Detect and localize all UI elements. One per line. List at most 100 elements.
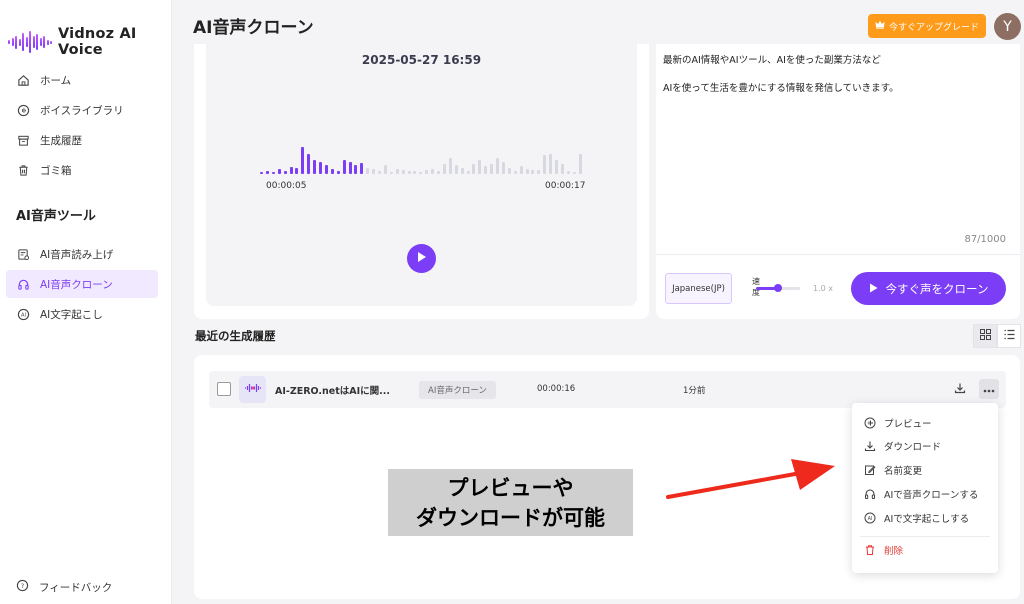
sidebar-item-history[interactable]: 生成履歴 (6, 126, 158, 154)
sidebar-item-label: ゴミ箱 (40, 164, 72, 177)
download-icon (864, 440, 876, 452)
waveform-bar (496, 158, 499, 174)
svg-text:AI: AI (21, 312, 26, 318)
waveform-bar (572, 172, 576, 174)
waveform-bar (360, 163, 364, 174)
waveform-bar (448, 158, 452, 174)
waveform-bar (537, 170, 541, 174)
waveform-bar (460, 168, 464, 174)
sidebar-item-label: AI音声読み上げ (40, 248, 114, 261)
sidebar-item-home[interactable]: ホーム (6, 66, 158, 94)
waveform-bar (543, 155, 547, 174)
waveform-bar (366, 168, 370, 174)
grid-view-button[interactable] (973, 324, 997, 348)
waveform-bar (336, 171, 340, 174)
sidebar-nav: ホーム ボイスライブラリ 生成履歴 ゴミ箱 (6, 66, 158, 184)
waveform-bar (372, 169, 376, 174)
waveform-bar (566, 171, 570, 174)
waveform-bar (348, 162, 352, 174)
sidebar-item-text-to-speech[interactable]: AI音声読み上げ (6, 240, 158, 268)
row-type-tag: AI音声クローン (419, 381, 496, 399)
waveform-bar (389, 172, 393, 174)
menu-item-label: AIで文字起こしする (884, 514, 970, 525)
waveform-bar (442, 164, 446, 174)
waveform-bar (437, 171, 440, 174)
waveform-bar (342, 160, 346, 174)
waveform-bar (525, 169, 529, 174)
play-icon (869, 282, 878, 296)
sidebar-item-label: ボイスライブラリ (40, 104, 124, 117)
speed-slider[interactable] (756, 284, 800, 292)
row-created-time: 1分前 (683, 386, 706, 396)
annotation-line: プレビューや (447, 475, 574, 500)
waveform-bar (319, 162, 322, 174)
time-current: 00:00:05 (266, 181, 307, 191)
play-button[interactable] (407, 244, 436, 273)
avatar[interactable]: Y (994, 13, 1021, 40)
help-icon: ? (16, 579, 29, 595)
menu-item-preview[interactable]: プレビュー (852, 412, 998, 434)
sidebar-item-label: ホーム (40, 74, 72, 87)
sidebar-item-voice-library[interactable]: ボイスライブラリ (6, 96, 158, 124)
speed-value: 1.0 x (813, 284, 833, 293)
view-toggle (973, 324, 1021, 348)
row-file-name[interactable]: AI-ZERO.netはAIに関... (275, 383, 390, 397)
menu-item-delete[interactable]: 削除 (852, 539, 998, 561)
logo-wave-icon (8, 30, 52, 54)
sidebar-item-trash[interactable]: ゴミ箱 (6, 156, 158, 184)
menu-item-rename[interactable]: 名前変更 (852, 459, 998, 481)
row-duration: 00:00:16 (537, 384, 576, 394)
waveform-bar (431, 169, 435, 174)
upgrade-button[interactable]: 今すぐアップグレード (868, 14, 986, 38)
waveform-bar (301, 147, 305, 174)
speed-slider-handle[interactable] (774, 284, 782, 292)
svg-text:AI: AI (868, 516, 873, 522)
waveform-bar (425, 170, 429, 174)
sidebar-item-label: AI文字起こし (40, 308, 103, 321)
crown-icon (875, 20, 885, 32)
tools-section-title: AI音声ツール (16, 209, 96, 224)
waveform-bar (413, 171, 417, 174)
waveform-bar (466, 171, 470, 174)
rename-icon (864, 464, 876, 476)
row-download-button[interactable] (954, 382, 966, 397)
row-checkbox[interactable] (217, 382, 231, 396)
waveform-bar (277, 169, 281, 174)
clone-voice-button[interactable]: 今すぐ声をクローン (851, 272, 1006, 305)
row-actions-menu: プレビュー ダウンロード 名前変更 AIで音声クローンする AI AIで文字起こ… (852, 403, 998, 573)
waveform[interactable] (260, 144, 590, 174)
menu-item-voice-clone[interactable]: AIで音声クローンする (852, 483, 998, 505)
app-logo[interactable]: Vidnoz AI Voice (8, 26, 171, 58)
language-select[interactable]: Japanese(JP) (665, 273, 732, 304)
voice-clone-icon (16, 277, 30, 291)
waveform-bar (507, 168, 511, 174)
history-icon (16, 133, 30, 147)
waveform-bar (307, 154, 311, 174)
waveform-bar (555, 160, 558, 174)
sidebar: Vidnoz AI Voice ホーム ボイスライブラリ 生成履歴 ゴミ箱 AI… (0, 0, 172, 604)
waveform-bar (324, 165, 328, 174)
text-line[interactable]: AIを使って生活を豊かにする情報を発信していきます。 (663, 80, 899, 94)
time-total: 00:00:17 (545, 181, 586, 191)
list-view-button[interactable] (997, 324, 1021, 348)
preview-icon (864, 417, 876, 429)
audio-thumbnail (239, 376, 266, 403)
menu-item-download[interactable]: ダウンロード (852, 435, 998, 457)
waveform-bar (395, 169, 399, 174)
menu-item-transcribe[interactable]: AI AIで文字起こしする (852, 507, 998, 529)
waveform-bar (295, 168, 299, 174)
feedback-link[interactable]: ? フィードバック (16, 579, 112, 595)
audio-player: 2025-05-27 16:59 00:00:05 00:00:17 (206, 44, 637, 306)
waveform-bar (531, 170, 535, 174)
waveform-bar (578, 154, 582, 174)
row-more-button[interactable] (979, 379, 999, 399)
sidebar-item-transcribe[interactable]: AI AI文字起こし (6, 300, 158, 328)
tools-nav: AI音声読み上げ AI音声クローン AI AI文字起こし (6, 240, 158, 328)
sidebar-item-label: 生成履歴 (40, 134, 82, 147)
menu-item-label: プレビュー (884, 419, 932, 430)
annotation-line: ダウンロードが可能 (416, 505, 605, 530)
waveform-bar (419, 172, 423, 174)
sidebar-item-voice-clone[interactable]: AI音声クローン (6, 270, 158, 298)
text-line[interactable]: 最新のAI情報やAIツール、AIを使った副業方法など (663, 52, 881, 66)
waveform-bar (265, 171, 269, 174)
